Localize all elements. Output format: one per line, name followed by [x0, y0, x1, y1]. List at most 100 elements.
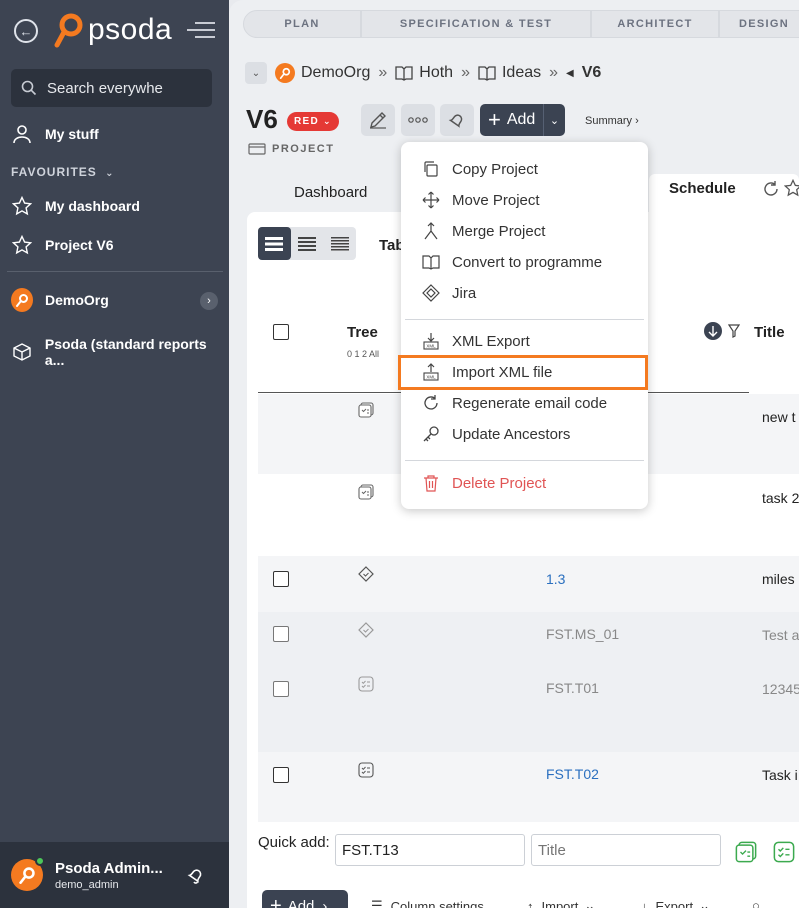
- row-checkbox[interactable]: [273, 626, 289, 642]
- favourites-header[interactable]: FAVOURITES ⌄: [11, 165, 115, 179]
- breadcrumb-separator: »: [378, 64, 388, 81]
- table-row[interactable]: FST.T02 Task i: [258, 752, 799, 822]
- sidebar-item-project-v6[interactable]: Project V6: [11, 235, 113, 255]
- edit-button[interactable]: [361, 104, 395, 136]
- add-task-icon[interactable]: [773, 841, 795, 868]
- title-header[interactable]: Title: [754, 324, 785, 341]
- row-id[interactable]: FST.T01: [546, 680, 599, 696]
- view-compact-button[interactable]: [291, 227, 324, 260]
- phase-bar: PLAN SPECIFICATION & TEST ARCHITECT DESI…: [243, 10, 799, 38]
- more-options-button[interactable]: [401, 104, 435, 136]
- row-title: new t: [762, 409, 796, 425]
- menu-item-regenerate-email-code[interactable]: Regenerate email code: [421, 392, 607, 414]
- menu-item-xml-export[interactable]: XML XML Export: [421, 330, 530, 352]
- menu-item-convert-to-programme[interactable]: Convert to programme: [421, 251, 602, 273]
- project-type-label: PROJECT: [248, 143, 334, 155]
- select-all-checkbox[interactable]: [273, 324, 289, 340]
- menu-divider: [405, 460, 644, 461]
- move-icon: [421, 191, 441, 209]
- phase-design[interactable]: DESIGN: [719, 10, 799, 38]
- status-badge[interactable]: RED ⌄: [287, 112, 339, 131]
- user-panel[interactable]: Psoda Admin... demo_admin: [0, 842, 229, 908]
- sidebar-item-my-dashboard[interactable]: My dashboard: [11, 196, 140, 216]
- menu-item-label: Update Ancestors: [452, 425, 571, 443]
- breadcrumb-dropdown-icon[interactable]: ⌄: [245, 62, 267, 84]
- quick-add-id-input[interactable]: [335, 834, 525, 866]
- menu-item-import-xml-file[interactable]: XML Import XML file: [421, 361, 552, 383]
- avatar[interactable]: [11, 856, 45, 891]
- row-checkbox[interactable]: [273, 681, 289, 697]
- back-icon[interactable]: ←: [14, 19, 38, 43]
- collapse-sidebar-icon[interactable]: [187, 22, 215, 40]
- notifications-button[interactable]: [440, 104, 474, 136]
- chevron-down-icon: ⌄: [584, 898, 596, 908]
- quick-add-title-input[interactable]: [531, 834, 721, 866]
- sidebar: ← psoda My stuff FAVOURITES ⌄: [0, 0, 229, 908]
- summary-link[interactable]: Summary ›: [585, 115, 639, 127]
- copy-icon: [421, 161, 441, 177]
- search-input[interactable]: [47, 79, 197, 97]
- breadcrumb-item-hoth[interactable]: Hoth: [395, 64, 453, 82]
- export-button[interactable]: ↓ Export ⌄: [641, 898, 710, 908]
- breadcrumb-item-demoorg[interactable]: DemoOrg: [275, 63, 370, 83]
- tab-schedule[interactable]: Schedule: [649, 174, 799, 214]
- sidebar-item-reports[interactable]: Psoda (standard reports a...: [11, 336, 229, 368]
- row-id[interactable]: FST.MS_01: [546, 626, 619, 642]
- table-row[interactable]: 1.3 miles: [258, 556, 799, 612]
- sort-desc-icon[interactable]: [704, 322, 722, 340]
- breadcrumb-separator: »: [461, 64, 470, 81]
- user-icon: [11, 124, 33, 144]
- add-task-list-icon[interactable]: [735, 841, 757, 868]
- table-row[interactable]: FST.T01 12345: [258, 666, 799, 752]
- search-box[interactable]: [11, 69, 212, 107]
- phase-architect[interactable]: ARCHITECT: [591, 10, 719, 38]
- view-list-button[interactable]: [258, 227, 291, 260]
- menu-item-move-project[interactable]: Move Project: [421, 189, 540, 211]
- row-title: miles: [762, 571, 795, 587]
- breadcrumb-label: DemoOrg: [301, 64, 371, 81]
- column-settings-button[interactable]: ☰ Column settings: [371, 898, 484, 908]
- calendar-icon: [248, 143, 266, 155]
- add-label: Add: [506, 111, 536, 128]
- sliders-icon: ☰: [371, 898, 383, 908]
- sidebar-item-demoorg[interactable]: DemoOrg: [11, 288, 109, 312]
- chevron-down-icon: ⌄: [699, 898, 710, 908]
- view-toggle: [258, 227, 356, 260]
- chevron-right-icon[interactable]: ›: [200, 292, 218, 310]
- row-id[interactable]: 1.3: [546, 571, 565, 587]
- menu-item-merge-project[interactable]: Merge Project: [421, 220, 545, 242]
- breadcrumb-label: Ideas: [501, 64, 542, 81]
- tab-dashboard[interactable]: Dashboard: [294, 184, 367, 201]
- book-icon: [395, 65, 413, 81]
- row-id[interactable]: FST.T02: [546, 766, 599, 782]
- add-bottom-button[interactable]: + Add ›: [262, 890, 348, 908]
- menu-item-copy-project[interactable]: Copy Project: [421, 158, 538, 180]
- logo[interactable]: psoda: [54, 12, 172, 48]
- menu-item-update-ancestors[interactable]: Update Ancestors: [421, 423, 570, 445]
- menu-item-jira[interactable]: Jira: [421, 282, 476, 304]
- pencil-icon: [370, 112, 386, 129]
- refresh-icon[interactable]: [762, 180, 780, 203]
- row-checkbox[interactable]: [273, 571, 289, 587]
- menu-item-delete-project[interactable]: Delete Project: [421, 472, 546, 494]
- filter-icon[interactable]: [727, 324, 741, 343]
- tree-level-selector[interactable]: 0 1 2 All: [347, 349, 379, 359]
- sidebar-item-my-stuff[interactable]: My stuff: [11, 124, 99, 144]
- more-icon: [408, 117, 428, 123]
- chevron-down-icon[interactable]: ⌄: [543, 104, 565, 136]
- search-table-button[interactable]: ○: [752, 898, 760, 908]
- row-checkbox[interactable]: [273, 767, 289, 783]
- task-icon: [358, 762, 374, 783]
- phase-spec-test[interactable]: SPECIFICATION & TEST: [361, 10, 591, 38]
- phase-plan[interactable]: PLAN: [243, 10, 361, 38]
- add-button[interactable]: + Add ⌄: [480, 104, 565, 136]
- menu-item-label: Delete Project: [452, 474, 547, 492]
- breadcrumb-item-ideas[interactable]: Ideas: [478, 64, 541, 82]
- star-icon[interactable]: [783, 178, 799, 202]
- row-title: 12345: [762, 681, 799, 697]
- import-button[interactable]: ↑ Import ⌄: [527, 898, 595, 908]
- view-dense-button[interactable]: [323, 227, 356, 260]
- tree-header[interactable]: Tree: [347, 324, 378, 341]
- bell-icon[interactable]: [185, 864, 207, 891]
- table-row[interactable]: FST.MS_01 Test a: [258, 612, 799, 666]
